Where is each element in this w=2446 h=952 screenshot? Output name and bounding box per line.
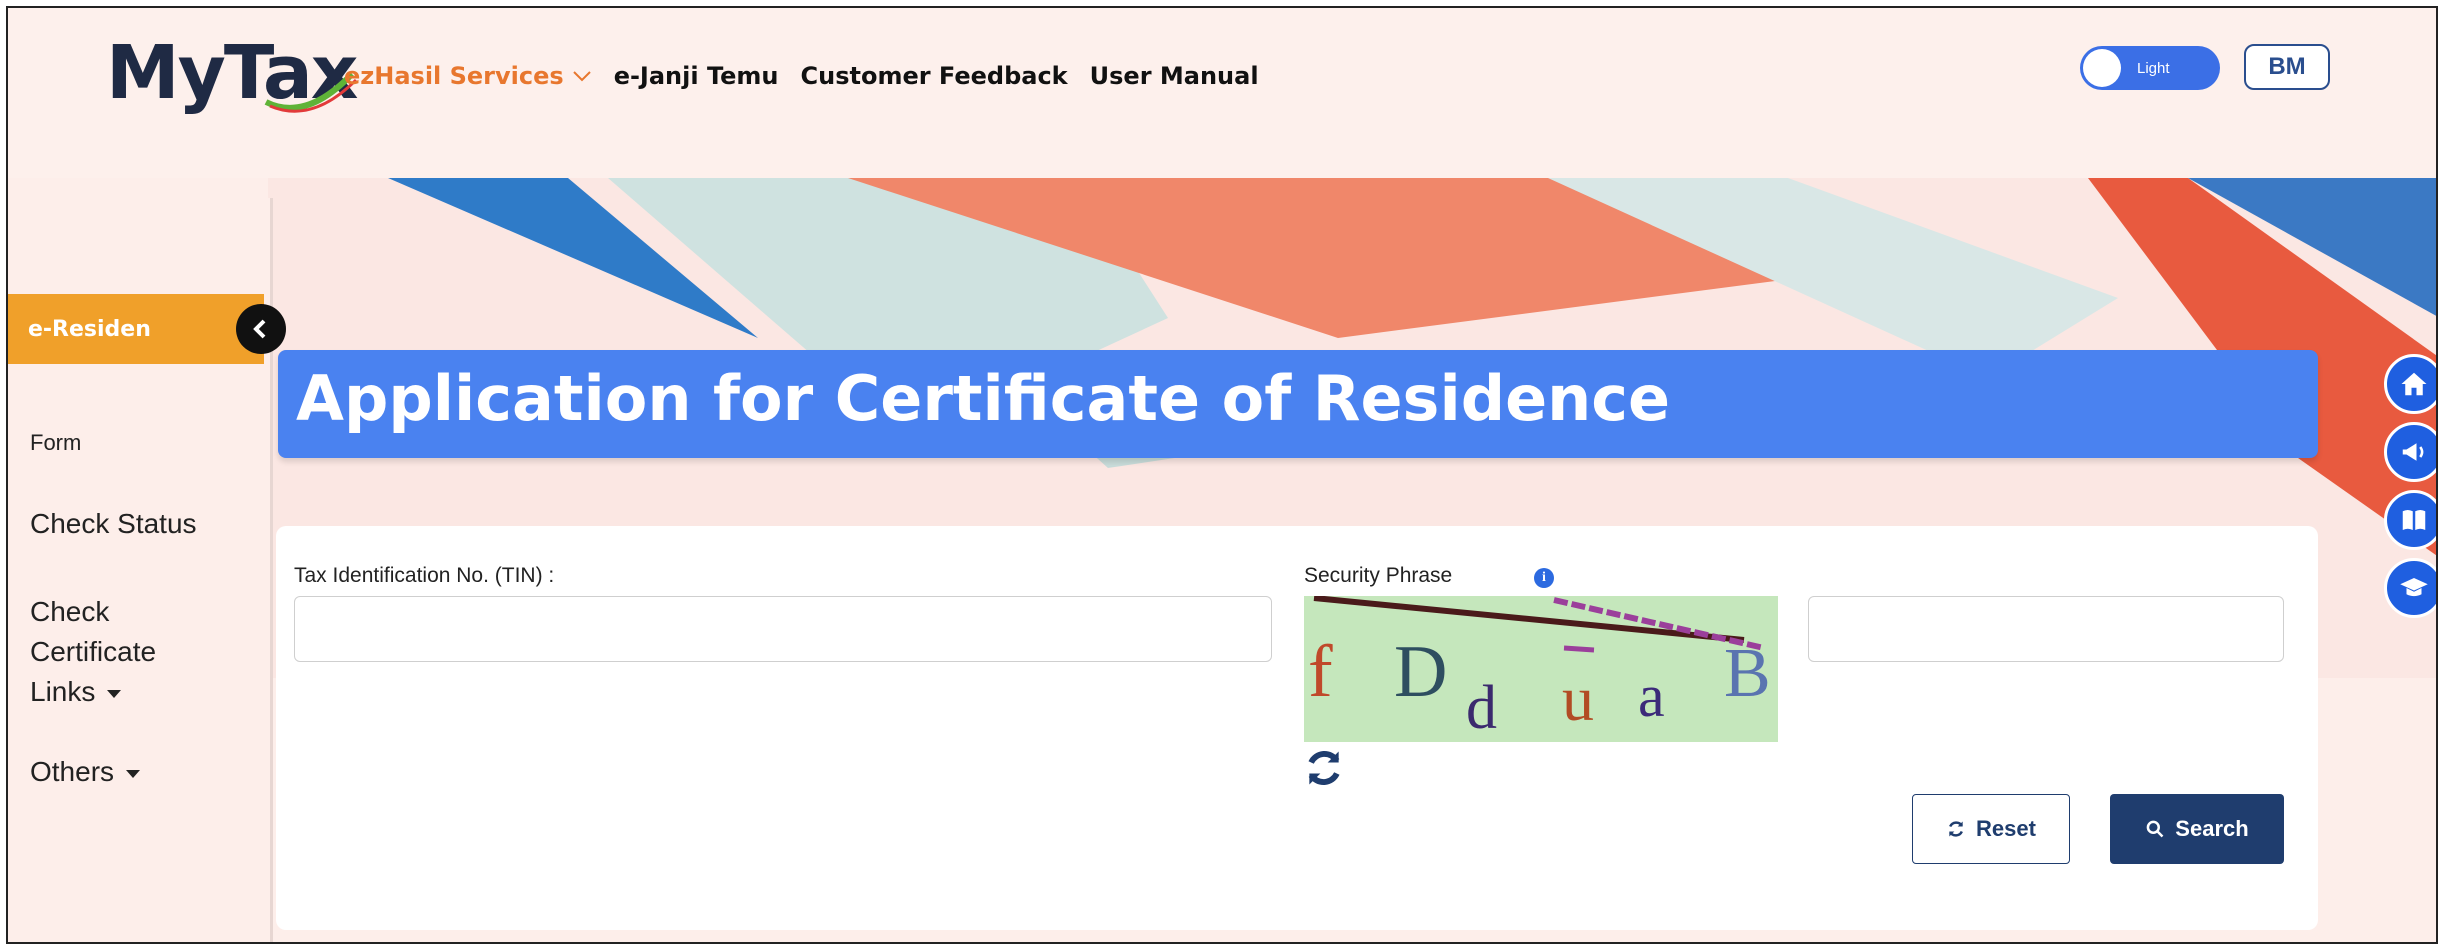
sidebar-item-line: Check [30,596,110,627]
caret-down-icon [126,769,141,778]
search-icon [2146,820,2164,838]
captcha-text: f D d u a B [1308,596,1771,742]
nav-customer-feedback[interactable]: Customer Feedback [801,62,1068,90]
caret-down-icon [107,689,122,698]
captcha-refresh-button[interactable] [1302,746,1346,790]
captcha-char: a [1638,663,1665,729]
sidebar-item-line-text: Links [30,676,96,707]
refresh-icon [1949,821,1964,837]
toggle-knob [2083,49,2121,87]
megaphone-icon [2402,443,2424,461]
theme-toggle-label: Light [2137,59,2170,77]
sidebar-item-form[interactable]: Form [30,430,81,456]
language-button[interactable]: BM [2244,44,2330,90]
tin-input[interactable] [294,596,1272,662]
info-icon[interactable]: i [1534,568,1554,588]
search-form-card [276,526,2318,930]
nav-user-manual[interactable]: User Manual [1090,62,1259,90]
learning-button[interactable] [2384,558,2436,618]
chevron-down-icon [572,71,591,82]
search-button[interactable]: Search [2110,794,2284,864]
captcha-char: f [1308,631,1333,713]
reset-button-label: Reset [1976,816,2036,841]
captcha-char: D [1394,631,1447,713]
captcha-char: u [1562,663,1594,734]
mytax-logo[interactable]: MyTax [106,30,358,120]
sidebar-item-line: Links [30,672,156,712]
sidebar-item-others-label: Others [30,756,115,787]
chevron-left-icon [253,319,266,339]
top-nav: ezHasil Services e-Janji Temu Customer F… [344,62,1259,90]
refresh-icon [1308,751,1340,785]
nav-ezhasil-label: ezHasil Services [344,62,564,90]
sidebar-active-e-residen[interactable]: e-Residen [8,294,264,364]
theme-toggle[interactable]: Light [2080,46,2220,90]
nav-ezhasil-services[interactable]: ezHasil Services [344,62,592,90]
security-phrase-label: Security Phrase [1304,564,1453,587]
security-phrase-input[interactable] [1808,596,2284,662]
sidebar-item-check-certificate-links[interactable]: Check Certificate Links [30,592,156,712]
captcha-char: B [1724,635,1771,712]
graduation-cap-icon [2400,578,2428,597]
sidebar-item-line: Certificate [30,636,157,667]
sidebar-item-others[interactable]: Others [30,756,141,788]
header: MyTax ezHasil Services e-Janji Temu Cust… [8,8,2436,178]
app-frame: MyTax ezHasil Services e-Janji Temu Cust… [6,6,2438,944]
sidebar-collapse-button[interactable] [236,304,286,354]
reset-button[interactable]: Reset [1912,794,2070,864]
page-title: Application for Certificate of Residence [296,362,1671,435]
announcement-button[interactable] [2384,422,2436,482]
captcha-char: d [1466,674,1497,742]
search-button-label: Search [2175,816,2249,841]
book-icon [2402,510,2426,530]
sidebar-item-check-status[interactable]: Check Status [30,508,197,540]
tin-label: Tax Identification No. (TIN) : [294,564,555,587]
manual-button[interactable] [2384,490,2436,550]
home-button[interactable] [2384,354,2436,414]
page-title-bar: Application for Certificate of Residence [278,350,2318,458]
home-icon [2401,372,2427,396]
nav-e-janji-temu[interactable]: e-Janji Temu [614,62,779,90]
captcha-image: f D d u a B [1304,596,1778,742]
